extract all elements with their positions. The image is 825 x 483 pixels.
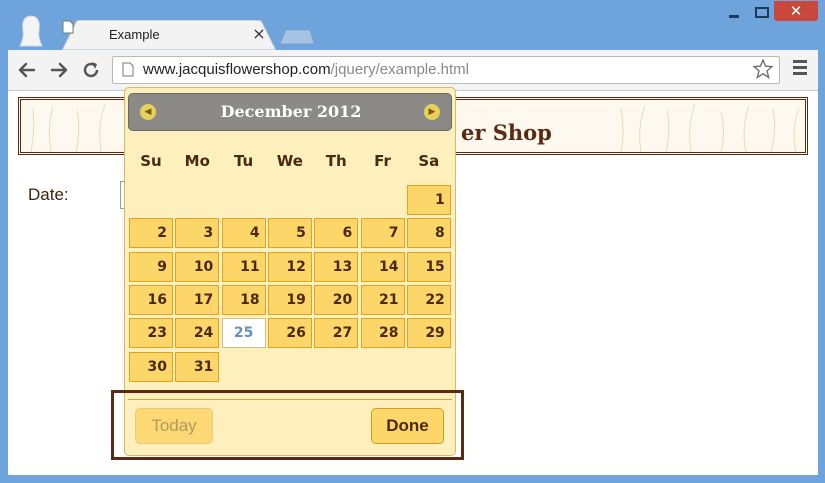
date-label: Date:: [28, 185, 69, 204]
next-month-button[interactable]: ▶: [424, 104, 440, 120]
day-28[interactable]: 28: [360, 318, 405, 349]
menu-bar: [793, 66, 807, 69]
url-domain: www.jacquisflowershop.com: [143, 61, 331, 78]
weekday-sa: Sa: [418, 152, 440, 170]
day-30[interactable]: 30: [129, 351, 173, 382]
day-17[interactable]: 17: [175, 284, 220, 315]
window-close-button[interactable]: ✕: [774, 1, 818, 21]
menu-bar: [793, 72, 807, 75]
day-7[interactable]: 7: [360, 218, 405, 249]
reload-icon[interactable]: [80, 59, 102, 81]
menu-bar: [793, 60, 807, 63]
url-text[interactable]: www.jacquisflowershop.com/jquery/example…: [143, 61, 469, 78]
banner-title: er Shop: [461, 120, 552, 145]
day-5[interactable]: 5: [267, 218, 312, 249]
day-31[interactable]: 31: [175, 351, 220, 382]
menu-icon[interactable]: [793, 60, 807, 76]
forward-arrow-icon[interactable]: [48, 59, 70, 81]
day-10[interactable]: 10: [175, 251, 220, 282]
weekday-fr: Fr: [374, 152, 391, 170]
tab-shape: [62, 20, 276, 50]
day-16[interactable]: 16: [129, 284, 173, 315]
profile-avatar-icon[interactable]: [18, 14, 44, 48]
day-1[interactable]: 1: [406, 185, 451, 215]
weekday-su: Su: [140, 152, 162, 170]
day-8[interactable]: 8: [406, 218, 451, 249]
day-25[interactable]: 25: [221, 318, 266, 349]
done-button[interactable]: Done: [371, 408, 444, 444]
day-13[interactable]: 13: [314, 251, 359, 282]
weekday-th: Th: [325, 152, 347, 170]
day-18[interactable]: 18: [221, 284, 266, 315]
day-23[interactable]: 23: [129, 318, 173, 349]
chevron-right-icon: ▶: [428, 107, 436, 117]
url-path: /jquery/example.html: [330, 61, 469, 78]
day-4[interactable]: 4: [221, 218, 266, 249]
day-20[interactable]: 20: [314, 284, 359, 315]
day-15[interactable]: 15: [406, 251, 451, 282]
page-icon: [62, 20, 74, 34]
tab-title: Example: [109, 27, 160, 42]
address-bar[interactable]: www.jacquisflowershop.com/jquery/example…: [112, 56, 780, 84]
day-2[interactable]: 2: [129, 218, 173, 249]
new-tab-button[interactable]: [280, 30, 314, 44]
month-year-title: December 2012: [220, 102, 362, 121]
day-11[interactable]: 11: [221, 251, 266, 282]
day-29[interactable]: 29: [406, 318, 451, 349]
divider: [128, 399, 452, 400]
datepicker-popup: ◀ December 2012 ▶ Su Mo Tu We Th Fr Sa 1234567…: [124, 87, 456, 456]
weekday-mo: Mo: [184, 152, 210, 170]
day-22[interactable]: 22: [406, 284, 451, 315]
close-icon: ✕: [789, 2, 803, 20]
close-tab-icon[interactable]: ×: [250, 24, 268, 44]
weekday-we: We: [276, 152, 303, 170]
bookmark-star-icon[interactable]: [753, 59, 773, 79]
window-titlebar: Example × ✕: [0, 0, 825, 50]
browser-toolbar: www.jacquisflowershop.com/jquery/example…: [8, 50, 818, 91]
day-6[interactable]: 6: [314, 218, 359, 249]
back-arrow-icon[interactable]: [16, 59, 38, 81]
day-3[interactable]: 3: [175, 218, 220, 249]
day-21[interactable]: 21: [360, 284, 405, 315]
weekday-tu: Tu: [233, 152, 254, 170]
day-26[interactable]: 26: [267, 318, 312, 349]
page-icon: [122, 62, 134, 77]
today-button[interactable]: Today: [135, 408, 213, 444]
day-19[interactable]: 19: [267, 284, 312, 315]
day-12[interactable]: 12: [267, 251, 312, 282]
day-9[interactable]: 9: [129, 251, 173, 282]
day-14[interactable]: 14: [360, 251, 405, 282]
minimize-icon[interactable]: [722, 4, 746, 22]
datepicker-header: ◀ December 2012 ▶: [128, 93, 452, 131]
maximize-icon[interactable]: [750, 4, 774, 22]
weekday-header-row: Su Mo Tu We Th Fr Sa: [128, 152, 452, 172]
day-27[interactable]: 27: [314, 318, 359, 349]
day-24[interactable]: 24: [175, 318, 220, 349]
tab-example[interactable]: Example ×: [62, 20, 276, 50]
